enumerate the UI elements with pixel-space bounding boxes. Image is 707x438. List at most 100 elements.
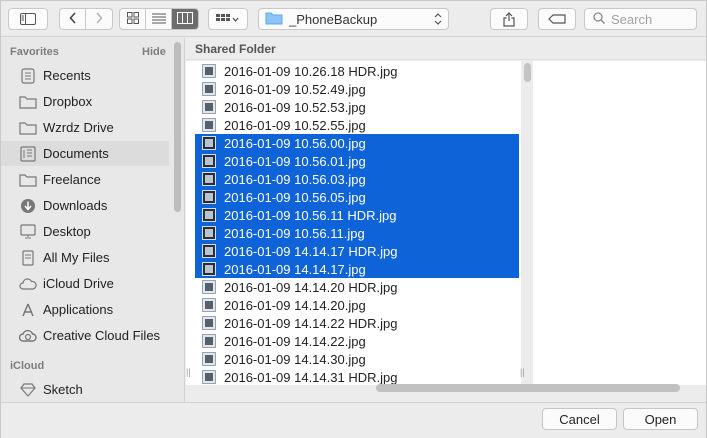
list-view-button[interactable] (146, 9, 172, 29)
image-file-icon (202, 100, 216, 114)
file-name: 2016-01-09 10.56.01.jpg (224, 153, 366, 169)
chevron-right-icon (95, 11, 103, 27)
search-field[interactable]: Search (584, 8, 697, 30)
column-view-button[interactable] (172, 9, 198, 29)
image-file-icon (202, 190, 216, 204)
file-row[interactable]: 2016-01-09 10.56.11 HDR.jpg (195, 206, 519, 224)
navigation-buttons (59, 8, 113, 30)
tags-button[interactable] (538, 8, 576, 30)
file-name: 2016-01-09 10.52.55.jpg (224, 117, 366, 133)
sidebar-item-label: Creative Cloud Files (43, 328, 161, 343)
file-name: 2016-01-09 10.56.11 HDR.jpg (224, 207, 397, 223)
open-button[interactable]: Open (623, 408, 698, 430)
sidebar-toggle-button[interactable] (8, 8, 48, 30)
file-name: 2016-01-09 10.56.03.jpg (224, 171, 366, 187)
cancel-button[interactable]: Cancel (542, 408, 617, 430)
preview-column (533, 61, 706, 385)
image-file-icon (202, 352, 216, 366)
image-file-icon (202, 226, 216, 240)
image-file-icon (202, 64, 216, 78)
sidebar-item-wzrdz-drive[interactable]: Wzrdz Drive (1, 115, 169, 140)
file-row[interactable]: 2016-01-09 10.56.11.jpg (195, 224, 519, 242)
favorites-header: Favorites (10, 46, 59, 58)
applications-icon (18, 302, 38, 318)
file-name: 2016-01-09 10.56.05.jpg (224, 189, 366, 205)
sidebar-item-recents[interactable]: Recents (1, 63, 169, 88)
location-popup[interactable]: _PhoneBackup (258, 8, 449, 30)
file-name: 2016-01-09 10.52.53.jpg (224, 99, 366, 115)
file-row[interactable]: 2016-01-09 14.14.17 HDR.jpg (195, 242, 519, 260)
file-row[interactable]: 2016-01-09 10.52.49.jpg (195, 80, 519, 98)
arrange-button[interactable] (208, 8, 248, 30)
horizontal-scrollbar[interactable] (376, 384, 680, 392)
view-mode-control (119, 8, 199, 30)
sidebar-item-sketch[interactable]: Sketch (1, 377, 169, 402)
file-row[interactable]: 2016-01-09 14.14.20 HDR.jpg (195, 278, 519, 296)
column-resize-handle[interactable]: || (520, 367, 525, 377)
file-name: 2016-01-09 14.14.17 HDR.jpg (224, 243, 398, 259)
icloud-header: iCloud (10, 360, 45, 372)
arrange-grid-icon (216, 13, 240, 25)
downloads-icon (18, 198, 38, 214)
cloud-icon (18, 276, 38, 292)
sidebar-item-label: Desktop (43, 224, 91, 239)
file-row[interactable]: 2016-01-09 10.26.18 HDR.jpg (195, 62, 519, 80)
sidebar-item-label: Downloads (43, 198, 108, 213)
image-file-icon (202, 280, 216, 294)
file-row[interactable]: 2016-01-09 10.56.00.jpg (195, 134, 519, 152)
file-row[interactable]: 2016-01-09 10.52.55.jpg (195, 116, 519, 134)
file-name: 2016-01-09 10.26.18 HDR.jpg (224, 63, 398, 79)
file-name: 2016-01-09 14.14.20 HDR.jpg (224, 279, 398, 295)
file-row[interactable]: 2016-01-09 10.52.53.jpg (195, 98, 519, 116)
grid-icon (126, 11, 139, 27)
image-file-icon (202, 370, 216, 384)
sidebar-item-creative-cloud-files[interactable]: Creative Cloud Files (1, 323, 169, 348)
file-row[interactable]: 2016-01-09 14.14.31 HDR.jpg (195, 368, 519, 385)
location-label: _PhoneBackup (289, 11, 378, 27)
scrollbar-knob[interactable] (524, 63, 531, 82)
file-name: 2016-01-09 10.52.49.jpg (224, 81, 366, 97)
sidebar-item-all-my-files[interactable]: All My Files (1, 245, 169, 270)
file-column: 2016-01-09 10.26.18 HDR.jpg 2016-01-09 10… (186, 61, 521, 385)
sidebar-item-label: Recents (43, 68, 91, 83)
back-button[interactable] (60, 9, 86, 29)
icon-view-button[interactable] (120, 9, 146, 29)
file-name: 2016-01-09 14.14.30.jpg (224, 351, 366, 367)
sidebar-item-freelance[interactable]: Freelance (1, 167, 169, 192)
file-column-scrollbar[interactable] (524, 63, 532, 383)
dialog-footer: Cancel Open (1, 402, 706, 438)
search-icon (593, 11, 605, 27)
sidebar-item-documents[interactable]: Documents (1, 141, 169, 166)
sidebar-item-downloads[interactable]: Downloads (1, 193, 169, 218)
sidebar-item-label: Sketch (43, 382, 83, 397)
forward-button[interactable] (86, 9, 112, 29)
file-name: 2016-01-09 10.56.00.jpg (224, 135, 366, 151)
sidebar-item-icloud-drive[interactable]: iCloud Drive (1, 271, 169, 296)
sidebar-item-dropbox[interactable]: Dropbox (1, 89, 169, 114)
hide-favorites-button[interactable]: Hide (142, 46, 166, 58)
sidebar-item-applications[interactable]: Applications (1, 297, 169, 322)
column-resize-handle[interactable]: || (186, 367, 191, 377)
file-row[interactable]: 2016-01-09 14.14.22 HDR.jpg (195, 314, 519, 332)
column-header: Shared Folder (186, 38, 706, 60)
sidebar-item-label: All My Files (43, 250, 110, 265)
share-icon (503, 11, 515, 27)
folder-icon (18, 94, 38, 110)
file-row[interactable]: 2016-01-09 10.56.03.jpg (195, 170, 519, 188)
file-row[interactable]: 2016-01-09 10.56.05.jpg (195, 188, 519, 206)
file-row[interactable]: 2016-01-09 14.14.30.jpg (195, 350, 519, 368)
image-file-icon (202, 298, 216, 312)
file-row[interactable]: 2016-01-09 14.14.20.jpg (195, 296, 519, 314)
file-row[interactable]: 2016-01-09 10.56.01.jpg (195, 152, 519, 170)
file-row[interactable]: 2016-01-09 14.14.22.jpg (195, 332, 519, 350)
file-row[interactable]: 2016-01-09 14.14.17.jpg (195, 260, 519, 278)
sidebar-item-label: Freelance (43, 172, 101, 187)
folder-icon (265, 11, 283, 28)
image-file-icon (202, 334, 216, 348)
share-button[interactable] (490, 8, 528, 30)
sidebar-scrollbar[interactable] (174, 42, 181, 212)
sidebar-item-desktop[interactable]: Desktop (1, 219, 169, 244)
sketch-icon (18, 382, 38, 398)
sidebar-toggle-icon (20, 13, 36, 25)
desktop-icon (18, 224, 38, 240)
